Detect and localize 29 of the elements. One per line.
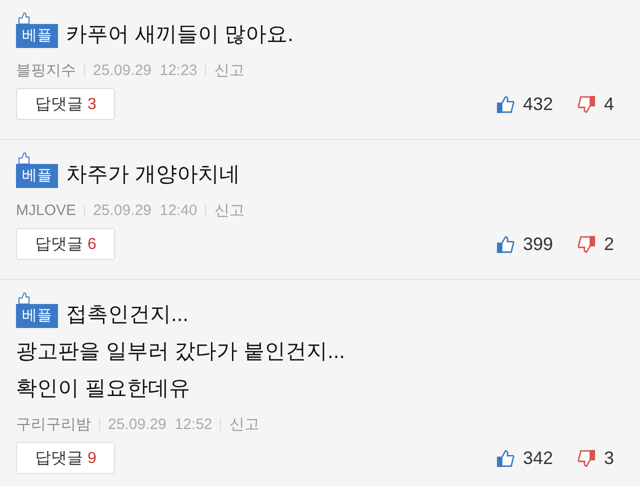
author-name: 구리구리밤 — [16, 414, 91, 434]
thumbs-up-icon — [18, 292, 30, 304]
dislike-count: 2 — [604, 234, 614, 254]
comment-date: 25.09.29 12:23 — [93, 62, 198, 78]
thumbs-down-icon[interactable] — [576, 448, 596, 468]
like-count: 399 — [522, 234, 553, 254]
comment-text: 광고판을 일부러 갔다가 붙인건지... — [16, 339, 346, 365]
reply-button[interactable]: 답댓글 3 — [16, 88, 116, 120]
reply-button[interactable]: 답댓글 6 — [16, 228, 116, 260]
author-name: MJLOVE — [16, 202, 76, 218]
comment-text: 카푸어 새끼들이 많아요. — [66, 22, 294, 48]
like-count: 342 — [522, 448, 553, 468]
thumbs-up-icon[interactable] — [496, 94, 515, 114]
dislike-count: 4 — [604, 94, 614, 114]
like-count: 432 — [522, 94, 553, 114]
reply-button[interactable]: 답댓글 9 — [16, 442, 116, 474]
comment-date: 25.09.29 12:40 — [93, 202, 198, 218]
dislike-count: 3 — [604, 448, 614, 468]
comment-text: 접촉인건지... — [66, 302, 189, 328]
comment-date: 25.09.29 12:52 — [108, 416, 212, 432]
thumbs-up-icon — [18, 152, 30, 164]
thumbs-down-icon[interactable] — [576, 94, 596, 114]
comment-text: 확인이 필요한데유 — [16, 376, 191, 402]
author-name: 블핑지수 — [16, 60, 76, 80]
comment-text: 차주가 개양아치네 — [66, 162, 240, 188]
thumbs-up-icon[interactable] — [496, 448, 515, 468]
thumbs-up-icon — [18, 12, 30, 24]
thumbs-down-icon[interactable] — [576, 234, 596, 254]
thumbs-up-icon[interactable] — [496, 234, 515, 254]
